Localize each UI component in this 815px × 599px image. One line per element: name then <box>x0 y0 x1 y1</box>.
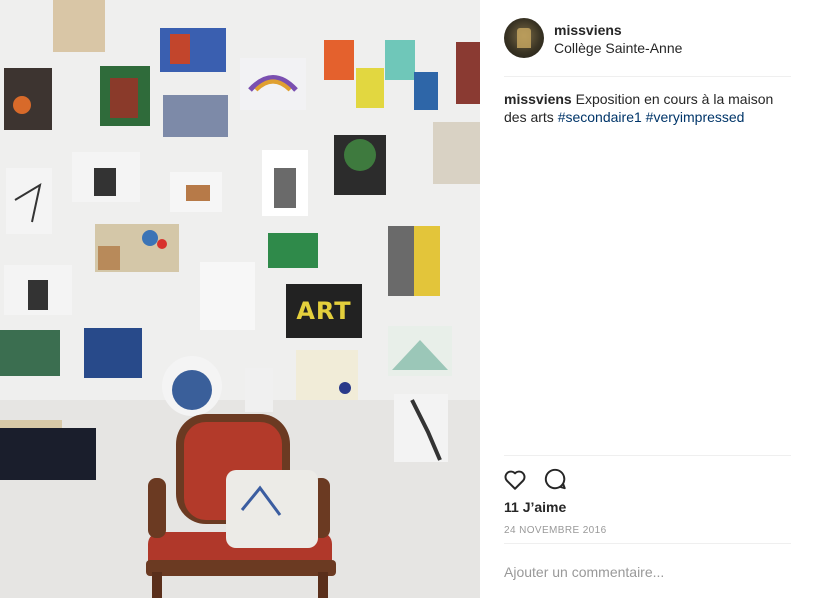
art-poster: ART <box>286 284 362 338</box>
caption-username[interactable]: missviens <box>504 91 572 107</box>
wall-artworks-image <box>0 0 480 598</box>
avatar[interactable] <box>504 18 544 58</box>
hashtag-link[interactable]: #veryimpressed <box>646 109 745 125</box>
heart-icon[interactable] <box>502 466 528 492</box>
post-caption: missviens Exposition en cours à la maiso… <box>504 90 794 126</box>
art-poster-text: ART <box>296 297 352 325</box>
location-link[interactable]: Collège Sainte-Anne <box>554 40 682 56</box>
post-photo[interactable]: ART <box>0 0 480 598</box>
post-info-panel: missviens Collège Sainte-Anne missviens … <box>480 0 815 598</box>
post-date: 24 NOVEMBRE 2016 <box>504 525 607 536</box>
likes-count[interactable]: 11 J’aime <box>504 499 566 515</box>
post-header: missviens Collège Sainte-Anne <box>504 18 791 77</box>
username-link[interactable]: missviens <box>554 22 622 38</box>
comment-area <box>504 543 791 599</box>
comment-input[interactable] <box>504 564 791 580</box>
comment-bubble-icon[interactable] <box>542 466 568 492</box>
hashtag-link[interactable]: #secondaire1 <box>558 109 642 125</box>
post-actions <box>504 455 791 496</box>
